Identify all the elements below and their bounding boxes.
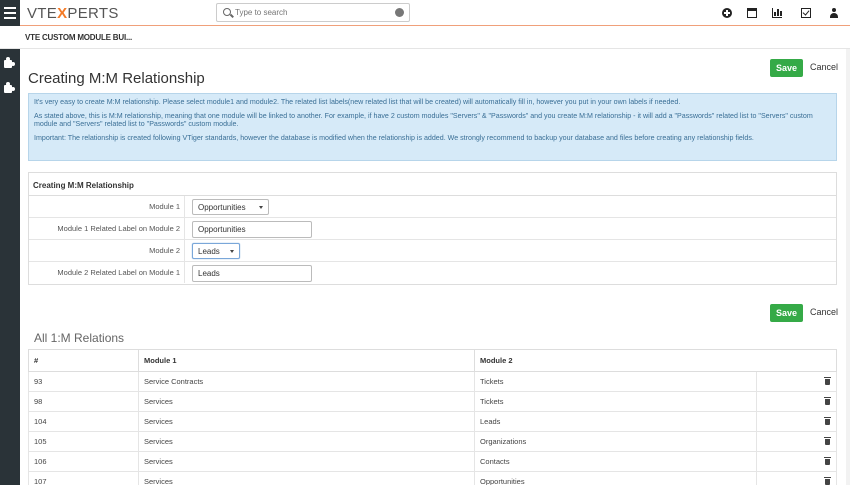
trash-icon[interactable] [824,417,831,426]
relation-id: 104 [28,411,139,432]
trash-icon[interactable] [824,377,831,386]
menu-icon[interactable] [0,0,20,26]
module2-label: Module 2 [29,240,185,261]
save-button-top[interactable]: Save [770,59,803,77]
main-content: Creating M:M Relationship Save Cancel It… [20,50,850,485]
relations-table: # Module 1 Module 2 93 Service Contracts… [28,349,837,485]
module1-select-value: Opportunities [198,203,246,212]
module2-related-input[interactable] [192,265,312,282]
calendar-icon[interactable] [747,8,757,18]
reports-icon[interactable] [772,8,782,18]
table-row: 93 Service Contracts Tickets [28,371,837,392]
breadcrumb[interactable]: VTE CUSTOM MODULE BUI... [25,33,132,42]
caret-down-icon [230,250,234,253]
search-icon [223,8,231,16]
relation-id: 107 [28,471,139,485]
module2-select-value: Leads [198,247,220,256]
form-row: Module 2 Leads [29,240,836,262]
row-actions [756,471,837,485]
search-options-icon[interactable] [395,8,404,17]
module-builder-icon[interactable] [3,81,16,94]
top-bar: VTEXPERTS [0,0,850,26]
relation-module1: Service Contracts [138,371,475,392]
relation-id: 106 [28,451,139,472]
row-actions [756,391,837,412]
cancel-button-top[interactable]: Cancel [810,62,838,72]
table-header-row: # Module 1 Module 2 [28,349,837,372]
relation-module2: Organizations [474,431,757,452]
module-bar: VTE CUSTOM MODULE BUI... [0,27,850,49]
form-heading: Creating M:M Relationship [29,173,836,196]
relation-id: 98 [28,391,139,412]
relation-id: 93 [28,371,139,392]
row-actions [756,431,837,452]
trash-icon[interactable] [824,477,831,485]
page-scrollbar[interactable] [846,49,850,485]
module1-select[interactable]: Opportunities [192,199,269,215]
table-row: 105 Services Organizations [28,431,837,452]
column-header: # [28,349,139,372]
info-paragraph: It's very easy to create M:M relationshi… [34,98,681,106]
module2-select[interactable]: Leads [192,243,240,259]
module1-related-input[interactable] [192,221,312,238]
row-actions [756,371,837,392]
relation-module2: Tickets [474,391,757,412]
form-row: Module 1 Opportunities [29,196,836,218]
section-title: All 1:M Relations [34,331,125,345]
relation-module2: Leads [474,411,757,432]
relation-module2: Tickets [474,371,757,392]
info-paragraph: As stated above, this is M:M relationshi… [34,112,813,128]
form-row: Module 2 Related Label on Module 1 [29,262,836,284]
info-alert: It's very easy to create M:M relationshi… [28,93,837,161]
relation-module1: Services [138,391,475,412]
table-row: 106 Services Contacts [28,451,837,472]
tasks-icon[interactable] [801,8,811,18]
page-title: Creating M:M Relationship [28,70,205,87]
info-paragraph: Important: The relationship is created f… [34,134,754,142]
cancel-button-bottom[interactable]: Cancel [810,307,838,317]
relation-id: 105 [28,431,139,452]
relationship-form: Creating M:M Relationship Module 1 Oppor… [28,172,837,285]
relation-module1: Services [138,431,475,452]
quick-create-icon[interactable] [722,8,732,18]
relation-module2: Contacts [474,451,757,472]
caret-down-icon [259,206,263,209]
column-header: Module 1 [138,349,475,372]
user-icon[interactable] [829,8,839,18]
form-row: Module 1 Related Label on Module 2 [29,218,836,240]
global-search[interactable] [216,3,410,22]
column-header: Module 2 [474,349,837,372]
relation-module1: Services [138,471,475,485]
logo[interactable]: VTEXPERTS [27,5,119,22]
search-input[interactable] [235,6,385,19]
extension-icon[interactable] [3,56,16,69]
trash-icon[interactable] [824,457,831,466]
trash-icon[interactable] [824,397,831,406]
relation-module1: Services [138,411,475,432]
module1-label: Module 1 [29,196,185,217]
table-row: 98 Services Tickets [28,391,837,412]
table-row: 104 Services Leads [28,411,837,432]
relation-module2: Opportunities [474,471,757,485]
row-actions [756,411,837,432]
row-actions [756,451,837,472]
table-row: 107 Services Opportunities [28,471,837,485]
module2-related-label: Module 2 Related Label on Module 1 [29,262,185,283]
module1-related-label: Module 1 Related Label on Module 2 [29,218,185,239]
save-button-bottom[interactable]: Save [770,304,803,322]
trash-icon[interactable] [824,437,831,446]
relation-module1: Services [138,451,475,472]
left-nav [0,49,20,485]
